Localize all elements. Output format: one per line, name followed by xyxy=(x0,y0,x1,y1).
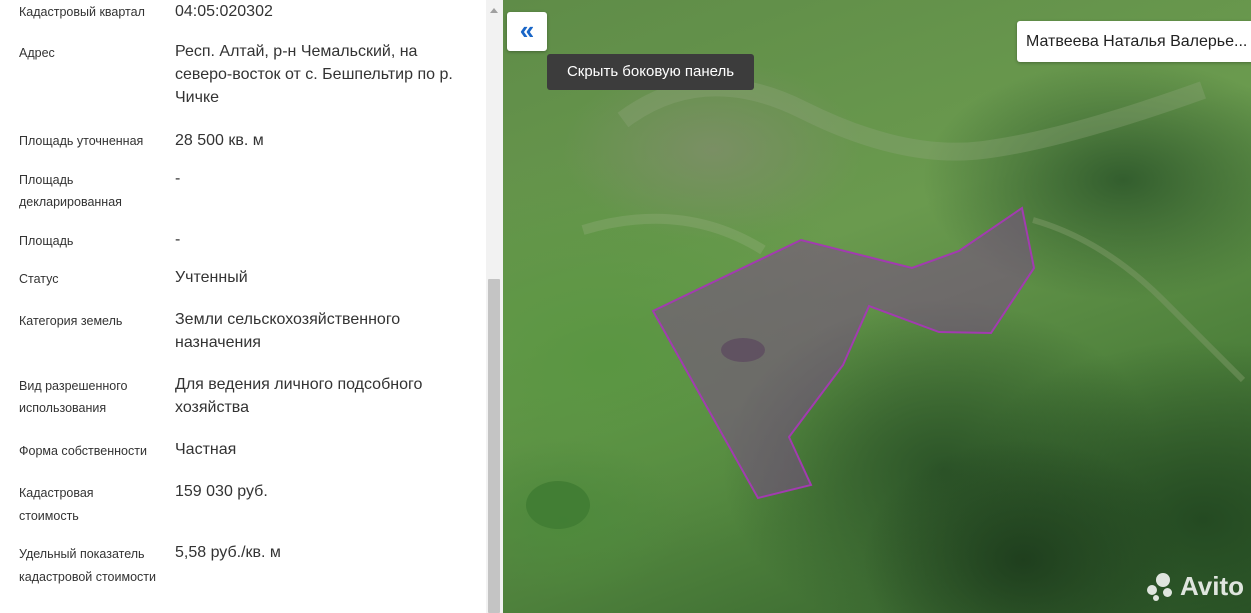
ridge-texture xyxy=(581,213,766,255)
tree-cluster xyxy=(526,481,590,529)
map-overlay xyxy=(526,78,1246,529)
row-label: Статус xyxy=(19,272,59,286)
sidebar-scrollbar[interactable] xyxy=(486,0,503,613)
row-label: Вид разрешенного использования xyxy=(19,379,128,415)
row-label: Адрес xyxy=(19,46,55,60)
row-label: Кадастровая стоимость xyxy=(19,486,94,523)
road-texture xyxy=(1032,217,1246,383)
row-value: Учтенный xyxy=(175,269,248,286)
row-value[interactable]: 04:05:020302 xyxy=(175,0,470,23)
row-label: Площадь декларированная xyxy=(19,173,122,209)
ridge-texture xyxy=(617,78,1207,161)
double-chevron-left-icon: « xyxy=(519,14,535,45)
owner-name-label[interactable]: Матвеева Наталья Валерье... xyxy=(1017,21,1251,62)
row-label: Форма собственности xyxy=(19,444,147,458)
row-label: Кадастровый квартал xyxy=(19,5,145,19)
row-value: 5,58 руб./кв. м xyxy=(175,544,281,561)
row-value: Для ведения личного подсобного хозяйства xyxy=(175,376,423,416)
hide-sidebar-button[interactable]: « xyxy=(507,12,547,51)
satellite-map[interactable]: « Скрыть боковую панель Матвеева Наталья… xyxy=(503,0,1251,613)
row-value: Земли сельскохозяйственного назначения xyxy=(175,311,401,351)
row-value: 159 030 руб. xyxy=(175,483,268,500)
watermark-text: Avito xyxy=(1180,570,1245,601)
info-sidebar: Кадастровый квартал 04:05:020302 Адрес Р… xyxy=(0,0,503,613)
avito-watermark: Avito xyxy=(1146,566,1244,606)
row-label: Площадь xyxy=(19,234,74,248)
row-value: 28 500 кв. м xyxy=(175,132,264,149)
hide-sidebar-tooltip: Скрыть боковую панель xyxy=(547,54,754,90)
scrollbar-thumb[interactable] xyxy=(488,279,500,613)
avito-logo-icon xyxy=(1146,571,1176,601)
row-value: Респ. Алтай, р-н Чемальский, на северо-в… xyxy=(175,43,453,106)
row-value: - xyxy=(175,231,181,248)
land-parcel-polygon[interactable] xyxy=(651,206,1036,500)
property-list: Кадастровый квартал 04:05:020302 Адрес Р… xyxy=(0,0,486,613)
row-value: Частная xyxy=(175,441,237,458)
row-label: Удельный показатель кадастровой стоимост… xyxy=(19,547,156,584)
row-value: - xyxy=(175,170,181,187)
row-label: Категория земель xyxy=(19,314,123,328)
scroll-up-arrow-icon[interactable] xyxy=(490,8,498,13)
row-label: Площадь уточненная xyxy=(19,134,144,148)
